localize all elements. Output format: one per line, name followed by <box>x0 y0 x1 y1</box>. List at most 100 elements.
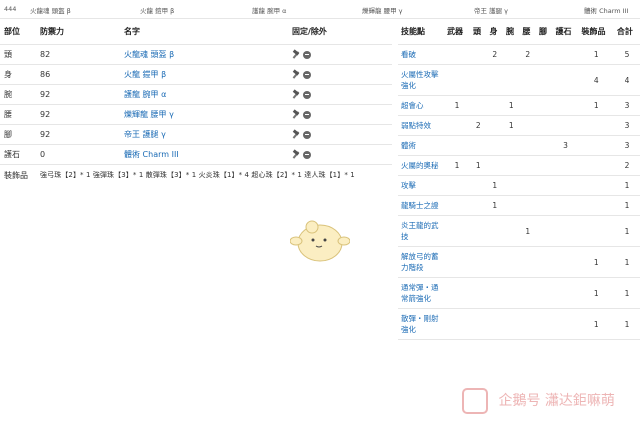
skill-value-cell <box>578 195 614 216</box>
decorations-list: 強弓珠【2】* 1 強彈珠【3】* 1 散彈珠【3】* 1 火炎珠【1】* 4 … <box>40 171 355 179</box>
defense-cell: 0 <box>36 144 120 165</box>
skill-total-cell: 1 <box>613 308 640 340</box>
pin-icon[interactable] <box>292 71 300 79</box>
equipment-summary-bar: 444 火龍魂 頭盔 β 火龍 鎧甲 β 護龍 腕甲 α 爍輝龍 腰甲 γ 帝王… <box>0 0 640 19</box>
minus-circle-icon[interactable] <box>303 130 311 139</box>
skill-value-cell <box>536 195 553 216</box>
table-row: 身 86 火龍 鎧甲 β <box>0 64 392 85</box>
header-charm: 護石 <box>552 18 579 45</box>
watermark: 企鵝号 瀟达鉅嘛萌 <box>462 388 632 416</box>
armor-link[interactable]: 帝王 護腿 γ <box>124 130 166 139</box>
summary-item-charm: 體術 Charm III <box>584 7 629 15</box>
skill-total-cell: 1 <box>613 175 640 196</box>
minus-circle-icon[interactable] <box>303 150 311 159</box>
skill-row: 火屬的奧秘 1 1 2 <box>398 155 640 176</box>
armor-link[interactable]: 火龍 鎧甲 β <box>124 70 166 79</box>
skill-value-cell <box>552 215 579 247</box>
skill-value-cell <box>536 135 553 156</box>
table-row: 護石 0 體術 Charm III <box>0 144 392 165</box>
skill-value-cell <box>469 44 487 65</box>
skill-value-cell <box>469 215 487 247</box>
pin-icon[interactable] <box>292 151 300 159</box>
skill-value-cell: 1 <box>578 308 614 340</box>
skill-value-cell <box>503 308 520 340</box>
header-skill: 技能點 <box>398 18 444 45</box>
skill-link[interactable]: 弱點特效 <box>398 115 444 136</box>
skill-total-cell: 1 <box>613 277 640 309</box>
skill-link[interactable]: 通常彈・通常箭強化 <box>398 277 444 309</box>
skill-value-cell <box>469 135 487 156</box>
header-head: 頭 <box>469 18 487 45</box>
slot-cell: 頭 <box>0 44 36 65</box>
skill-link[interactable]: 炎王龍的武技 <box>398 215 444 247</box>
skill-value-cell <box>444 135 470 156</box>
charm-link[interactable]: 體術 Charm III <box>124 150 179 159</box>
skill-value-cell <box>536 308 553 340</box>
summary-item-waist: 爍輝龍 腰甲 γ <box>362 7 403 15</box>
armor-link[interactable]: 爍輝龍 腰甲 γ <box>124 110 174 119</box>
skill-value-cell <box>486 308 503 340</box>
skill-value-cell <box>519 246 537 278</box>
skill-link[interactable]: 散彈・剛射強化 <box>398 308 444 340</box>
pin-icon[interactable] <box>292 111 300 119</box>
skill-value-cell: 1 <box>578 44 614 65</box>
header-waist: 腰 <box>519 18 537 45</box>
minus-circle-icon[interactable] <box>303 50 311 59</box>
skill-value-cell: 1 <box>469 155 487 176</box>
skill-link[interactable]: 體術 <box>398 135 444 156</box>
skill-value-cell <box>519 115 537 136</box>
skill-value-cell <box>444 308 470 340</box>
skill-link[interactable]: 火屬性攻擊強化 <box>398 64 444 96</box>
skill-value-cell <box>536 246 553 278</box>
skill-total-cell: 1 <box>613 215 640 247</box>
skill-link[interactable]: 攻擊 <box>398 175 444 196</box>
pin-icon[interactable] <box>292 131 300 139</box>
header-legs: 腳 <box>536 18 553 45</box>
skill-value-cell <box>519 155 537 176</box>
armor-link[interactable]: 護龍 腕甲 α <box>124 90 166 99</box>
skill-value-cell <box>469 308 487 340</box>
armor-link[interactable]: 火龍魂 頭盔 β <box>124 50 174 59</box>
summary-item-body: 火龍 鎧甲 β <box>140 7 175 15</box>
skill-value-cell: 2 <box>486 44 503 65</box>
skill-value-cell: 3 <box>552 135 579 156</box>
minus-circle-icon[interactable] <box>303 90 311 99</box>
skill-link[interactable]: 超會心 <box>398 95 444 116</box>
skill-link[interactable]: 龍騎士之證 <box>398 195 444 216</box>
skill-table-body: 看破 2 2 1 5 火屬性攻擊強化 4 4 超會心 1 1 1 3 弱點特效 2 1 3 體術 3 3 火屬的奧秘 1 1… <box>398 44 640 340</box>
armor-table-panel: 部位 防禦力 名字 固定/除外 頭 82 火龍魂 頭盔 β 身 86 火龍 鎧甲… <box>0 18 392 185</box>
skill-link[interactable]: 看破 <box>398 44 444 65</box>
skill-link[interactable]: 解放弓的蓄力階段 <box>398 246 444 278</box>
skill-value-cell <box>578 135 614 156</box>
skill-value-cell <box>536 175 553 196</box>
skill-value-cell <box>503 175 520 196</box>
skill-value-cell <box>486 246 503 278</box>
skill-row: 解放弓的蓄力階段 1 1 <box>398 246 640 278</box>
skill-table: 技能點 武器 頭 身 腕 腰 腳 護石 裝飾品 合計 看破 2 2 1 5 火屬性攻擊強化… <box>398 18 640 340</box>
skill-row: 超會心 1 1 1 3 <box>398 95 640 116</box>
pin-icon[interactable] <box>292 91 300 99</box>
total-defense: 444 <box>4 5 17 13</box>
skill-value-cell: 1 <box>444 155 470 176</box>
skill-value-cell <box>519 308 537 340</box>
skill-value-cell <box>552 246 579 278</box>
skill-value-cell <box>578 175 614 196</box>
pin-icon[interactable] <box>292 51 300 59</box>
decorations-label: 裝飾品 <box>4 170 28 180</box>
skill-value-cell <box>536 95 553 116</box>
skill-value-cell: 1 <box>578 277 614 309</box>
skill-value-cell <box>503 44 520 65</box>
skill-value-cell <box>578 115 614 136</box>
table-row: 腕 92 護龍 腕甲 α <box>0 84 392 105</box>
skill-row: 火屬性攻擊強化 4 4 <box>398 64 640 96</box>
skill-total-cell: 3 <box>613 95 640 116</box>
skill-value-cell <box>552 277 579 309</box>
skill-value-cell <box>486 95 503 116</box>
skill-link[interactable]: 火屬的奧秘 <box>398 155 444 176</box>
minus-circle-icon[interactable] <box>303 70 311 79</box>
skill-row: 散彈・剛射強化 1 1 <box>398 308 640 340</box>
minus-circle-icon[interactable] <box>303 110 311 119</box>
header-decorations: 裝飾品 <box>578 18 614 45</box>
header-total: 合計 <box>613 18 640 45</box>
skill-value-cell <box>503 64 520 96</box>
